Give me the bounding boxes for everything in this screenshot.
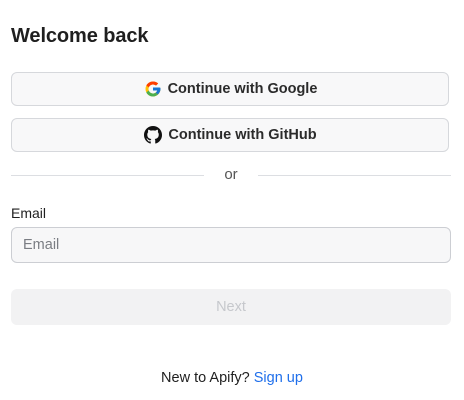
login-page: Welcome back Continue with Google Contin… xyxy=(0,0,464,400)
signup-prompt: New to Apify? Sign up xyxy=(0,370,464,386)
divider-line-right xyxy=(258,175,451,176)
google-button-label: Continue with Google xyxy=(167,81,318,97)
continue-with-google-button[interactable]: Continue with Google xyxy=(11,72,449,106)
or-divider: or xyxy=(11,164,451,186)
page-title: Welcome back xyxy=(11,25,149,47)
signup-prompt-text: New to Apify? xyxy=(161,370,250,386)
divider-line-left xyxy=(11,175,204,176)
github-button-label: Continue with GitHub xyxy=(168,127,317,143)
divider-text: or xyxy=(224,166,238,183)
github-logo-icon xyxy=(143,125,163,145)
email-field[interactable] xyxy=(11,227,451,263)
email-label: Email xyxy=(11,205,47,221)
sign-up-link[interactable]: Sign up xyxy=(254,370,303,386)
google-logo-icon xyxy=(143,79,163,99)
next-button[interactable]: Next xyxy=(11,289,451,325)
continue-with-github-button[interactable]: Continue with GitHub xyxy=(11,118,449,152)
